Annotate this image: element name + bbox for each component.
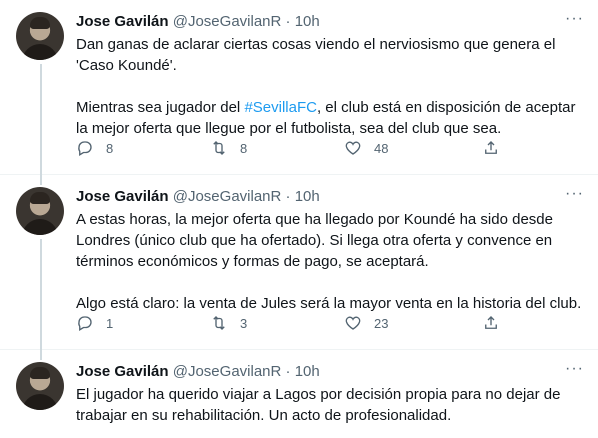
tweet-paragraph: Dan ganas de aclarar ciertas cosas viend…	[76, 36, 556, 74]
like-icon	[345, 316, 361, 330]
reply-count: 1	[106, 315, 114, 331]
tweet[interactable]: Jose Gavilán @JoseGavilanR · 10h ··· A e…	[0, 175, 598, 350]
author-name[interactable]: Jose Gavilán	[76, 188, 169, 205]
author-handle[interactable]: @JoseGavilanR	[173, 188, 282, 205]
reply-count: 8	[106, 140, 114, 156]
tweet-actions: 1 3 23	[76, 313, 497, 333]
tweet-paragraph: Mientras sea jugador del #SevillaFC, el …	[76, 97, 584, 139]
avatar[interactable]	[16, 12, 64, 60]
avatar[interactable]	[16, 362, 64, 410]
retweet-button[interactable]: 8	[210, 138, 247, 158]
reply-button[interactable]: 8	[76, 138, 113, 158]
thread-line	[40, 175, 42, 185]
retweet-icon	[213, 141, 225, 155]
retweet-button[interactable]: 3	[210, 313, 247, 333]
timestamp[interactable]: 10h	[295, 13, 320, 30]
more-icon[interactable]: ···	[565, 361, 584, 377]
share-icon	[485, 316, 497, 329]
reply-button[interactable]: 1	[76, 313, 113, 333]
reply-icon	[78, 141, 92, 156]
hashtag-link[interactable]: #SevillaFC	[244, 99, 317, 116]
like-count: 48	[374, 140, 389, 156]
tweet-text: Dan ganas de aclarar ciertas cosas viend…	[76, 34, 584, 139]
tweet-text: El jugador ha querido viajar a Lagos por…	[76, 384, 584, 426]
tweet-text: A estas horas, la mejor oferta que ha ll…	[76, 209, 584, 314]
author-handle[interactable]: @JoseGavilanR	[173, 13, 282, 30]
like-icon	[345, 141, 361, 155]
reply-icon	[78, 316, 92, 331]
thread-line	[40, 239, 42, 350]
more-icon[interactable]: ···	[565, 11, 584, 27]
tweet-paragraph: Algo está claro: la venta de Jules será …	[76, 295, 582, 312]
author-name[interactable]: Jose Gavilán	[76, 363, 169, 380]
tweet-header: Jose Gavilán @JoseGavilanR · 10h	[76, 187, 584, 207]
separator: ·	[285, 188, 291, 205]
like-count: 23	[374, 315, 389, 331]
like-button[interactable]: 23	[344, 313, 388, 333]
tweet[interactable]: Jose Gavilán @JoseGavilanR · 10h ··· Dan…	[0, 0, 598, 175]
separator: ·	[285, 13, 291, 30]
like-button[interactable]: 48	[344, 138, 388, 158]
tweet-paragraph: A estas horas, la mejor oferta que ha ll…	[76, 211, 553, 270]
tweet-actions: 8 8 48	[76, 138, 497, 158]
author-handle[interactable]: @JoseGavilanR	[173, 363, 282, 380]
share-icon	[485, 141, 497, 154]
retweet-count: 3	[240, 315, 248, 331]
text-segment: Mientras sea jugador del	[76, 99, 245, 116]
tweet-header: Jose Gavilán @JoseGavilanR · 10h	[76, 12, 584, 32]
tweet[interactable]: Jose Gavilán @JoseGavilanR · 10h ··· El …	[0, 350, 598, 438]
author-name[interactable]: Jose Gavilán	[76, 13, 169, 30]
thread-line	[40, 64, 42, 175]
avatar[interactable]	[16, 187, 64, 235]
thread-line	[40, 350, 42, 360]
retweet-count: 8	[240, 140, 248, 156]
separator: ·	[285, 363, 291, 380]
tweet-paragraph: El jugador ha querido viajar a Lagos por…	[76, 386, 561, 424]
share-button[interactable]	[482, 138, 512, 158]
more-icon[interactable]: ···	[565, 186, 584, 202]
timestamp[interactable]: 10h	[295, 188, 320, 205]
timestamp[interactable]: 10h	[295, 363, 320, 380]
tweet-header: Jose Gavilán @JoseGavilanR · 10h	[76, 362, 584, 382]
retweet-icon	[213, 316, 225, 330]
share-button[interactable]	[482, 313, 512, 333]
